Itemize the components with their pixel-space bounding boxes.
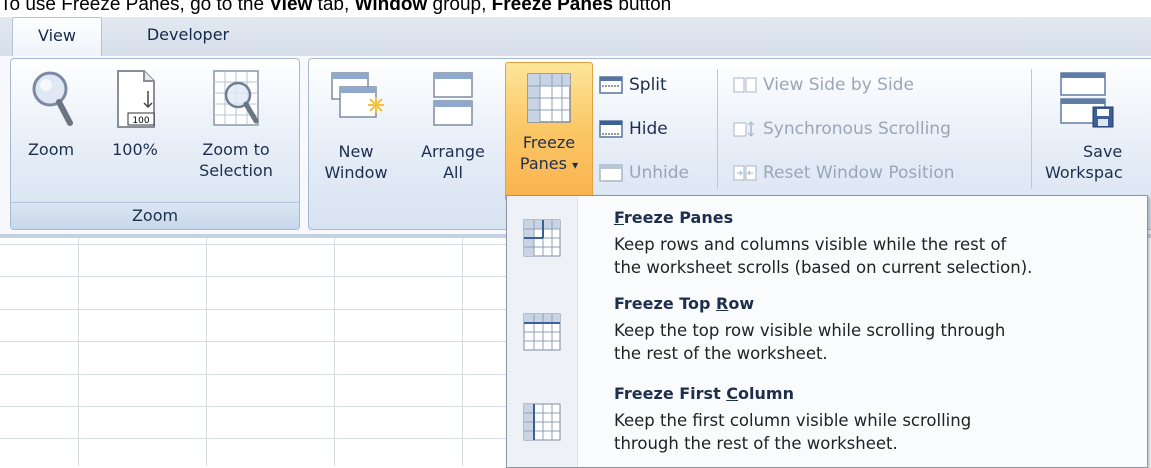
arrange-all-button[interactable]: Arrange All — [405, 69, 501, 199]
menu-item-title: Freeze First Column — [614, 384, 794, 403]
ribbon-tab-bar: View Developer — [0, 17, 1151, 58]
sync-scroll-icon — [733, 121, 755, 137]
menu-item-freeze-top-row[interactable]: Freeze Top Row Keep the top row visible … — [507, 288, 1147, 378]
menu-item-description: the worksheet scrolls (based on current … — [614, 258, 1033, 277]
arrange-all-icon — [433, 72, 473, 126]
zoom-100-button[interactable]: 100 100% — [103, 69, 167, 189]
page-100-icon: 100 — [117, 70, 155, 128]
instruction-text: To use Freeze Panes, go to the View tab,… — [0, 0, 672, 15]
freeze-panes-icon — [527, 73, 571, 123]
svg-text:100: 100 — [132, 116, 149, 126]
menu-item-description: Keep the top row visible while scrolling… — [614, 321, 1006, 340]
menu-item-title: Freeze Panes — [614, 208, 734, 227]
tab-developer[interactable]: Developer — [118, 17, 258, 57]
dropdown-arrow-icon: ▾ — [572, 158, 579, 172]
menu-item-description: through the rest of the worksheet. — [614, 434, 898, 453]
unhide-icon — [599, 164, 623, 182]
zoom-selection-icon — [213, 70, 259, 126]
worksheet-grid[interactable] — [0, 238, 520, 466]
split-icon — [599, 76, 623, 94]
menu-item-description: the rest of the worksheet. — [614, 344, 828, 363]
reset-position-icon — [733, 165, 757, 181]
split-button[interactable]: Split — [599, 71, 667, 99]
unhide-button[interactable]: Unhide — [599, 159, 689, 187]
hide-button[interactable]: Hide — [599, 115, 668, 143]
tab-view[interactable]: View — [12, 17, 102, 58]
zoom-group-label: Zoom — [11, 202, 299, 229]
freeze-top-row-icon — [523, 313, 561, 351]
freeze-panes-menu: Freeze Panes Keep rows and columns visib… — [506, 195, 1148, 468]
freeze-panes-button[interactable]: Freeze Panes ▾ — [505, 62, 593, 201]
new-window-button[interactable]: New Window — [313, 69, 399, 199]
magnifier-icon — [32, 71, 73, 126]
zoom-button[interactable]: Zoom — [19, 69, 83, 189]
menu-item-description: Keep rows and columns visible while the … — [614, 235, 1007, 254]
zoom-to-selection-button[interactable]: Zoom to Selection — [181, 69, 291, 199]
save-workspace-button[interactable]: Save Workspac — [1041, 69, 1151, 199]
separator — [717, 69, 718, 189]
menu-item-freeze-first-column[interactable]: Freeze First Column Keep the first colum… — [507, 376, 1147, 466]
hide-icon — [599, 120, 623, 138]
separator — [1031, 69, 1032, 189]
menu-item-freeze-panes[interactable]: Freeze Panes Keep rows and columns visib… — [507, 196, 1147, 286]
reset-window-position-button[interactable]: Reset Window Position — [733, 159, 955, 187]
save-workspace-icon — [1060, 72, 1114, 128]
side-by-side-icon — [733, 77, 757, 93]
synchronous-scrolling-button[interactable]: Synchronous Scrolling — [733, 115, 951, 143]
menu-item-title: Freeze Top Row — [614, 294, 755, 313]
freeze-panes-icon — [523, 219, 561, 257]
view-side-by-side-button[interactable]: View Side by Side — [733, 71, 914, 99]
freeze-first-column-icon — [523, 403, 561, 441]
menu-item-description: Keep the first column visible while scro… — [614, 411, 972, 430]
new-window-icon — [331, 72, 384, 118]
zoom-group: Zoom 100 100% Zoom to Selection Zoom — [10, 58, 300, 230]
